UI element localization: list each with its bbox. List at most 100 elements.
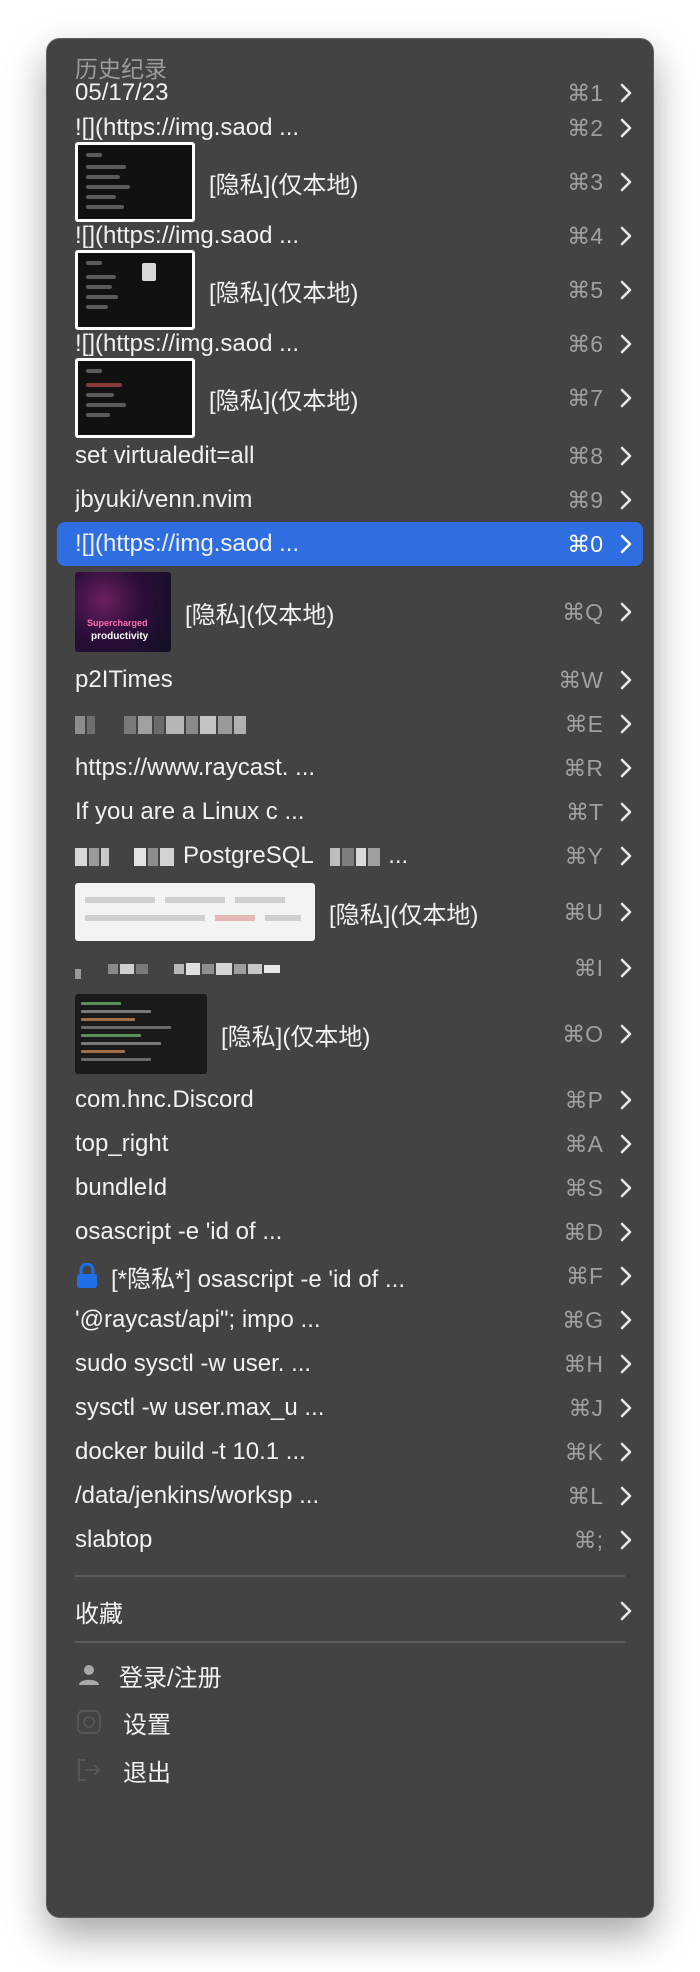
history-item-6[interactable]: ![](https://img.saod ... ⌘6 — [57, 326, 643, 362]
chevron-right-icon — [609, 1134, 643, 1154]
history-item-9[interactable]: jbyuki/venn.nvim ⌘9 — [57, 478, 643, 522]
history-item-label: ![](https://img.saod ... — [75, 330, 300, 357]
history-item-label: /data/jenkins/worksp ... — [75, 1482, 320, 1509]
chevron-right-icon — [609, 118, 643, 138]
shortcut-label: ⌘D — [563, 1218, 603, 1245]
chevron-right-icon — [609, 490, 643, 510]
history-item-label: jbyuki/venn.nvim — [75, 486, 253, 513]
history-item-l[interactable]: /data/jenkins/worksp ... ⌘L — [57, 1474, 643, 1518]
history-item-i[interactable]: ⌘I — [57, 946, 643, 990]
history-item-t[interactable]: If you are a Linux c ... ⌘T — [57, 790, 643, 834]
history-item-g[interactable]: '@raycast/api"; impo ... ⌘G — [57, 1298, 643, 1342]
history-item-label: [隐私](仅本地) — [209, 387, 359, 415]
history-item-label: ![](https://img.saod ... — [75, 222, 300, 249]
history-item-label: p2ITimes — [75, 666, 173, 693]
chevron-right-icon — [609, 334, 643, 354]
shortcut-label: ⌘S — [564, 1174, 603, 1201]
chevron-right-icon — [609, 1442, 643, 1462]
thumbnail-image: Supercharged productivity — [75, 572, 171, 652]
history-item-q[interactable]: Supercharged productivity [隐私](仅本地) ⌘Q — [57, 566, 643, 658]
shortcut-label: ⌘T — [565, 798, 603, 825]
shortcut-label: ⌘7 — [567, 384, 603, 411]
quit-item[interactable]: 退出 — [75, 1747, 171, 1793]
history-item-label: [*隐私*] osascript -e 'id of ... — [111, 1265, 406, 1293]
shortcut-label: ⌘3 — [567, 168, 603, 195]
history-item-e[interactable]: ⌘E — [57, 702, 643, 746]
shortcut-label: ⌘9 — [567, 486, 603, 513]
shortcut-label: ⌘1 — [567, 79, 603, 106]
pixelated-text — [75, 710, 513, 738]
login-item[interactable]: 登录/注册 — [75, 1653, 222, 1697]
history-item-label: slabtop — [75, 1526, 153, 1553]
exit-icon — [75, 1756, 103, 1784]
chevron-right-icon — [609, 226, 643, 246]
user-icon — [75, 1661, 103, 1689]
history-item-label: docker build -t 10.1 ... — [75, 1438, 306, 1465]
history-item-s[interactable]: bundleId ⌘S — [57, 1166, 643, 1210]
thumbnail-image — [75, 358, 195, 438]
history-menu: 历史纪录 05/17/23 ⌘1 ![](https://img.saod ..… — [46, 38, 654, 1918]
history-item-r[interactable]: https://www.raycast. ... ⌘R — [57, 746, 643, 790]
history-item-label: sysctl -w user.max_u ... — [75, 1394, 325, 1421]
chevron-right-icon — [609, 802, 643, 822]
chevron-right-icon — [609, 846, 643, 866]
favorites-item[interactable]: 收藏 — [57, 1588, 643, 1634]
divider — [75, 1641, 625, 1643]
history-item-p[interactable]: com.hnc.Discord ⌘P — [57, 1078, 643, 1122]
shortcut-label: ⌘W — [558, 666, 603, 693]
history-item-label: 05/17/23 — [75, 79, 169, 106]
shortcut-label: ⌘J — [568, 1394, 604, 1421]
shortcut-label: ⌘K — [564, 1438, 603, 1465]
chevron-right-icon — [609, 1024, 643, 1044]
history-item-4[interactable]: ![](https://img.saod ... ⌘4 — [57, 218, 643, 254]
history-item-1[interactable]: 05/17/23 ⌘1 — [57, 76, 643, 110]
history-item-a[interactable]: top_right ⌘A — [57, 1122, 643, 1166]
shortcut-label: ⌘; — [573, 1526, 603, 1553]
shortcut-label: ⌘Y — [564, 842, 603, 869]
gear-icon — [75, 1708, 103, 1736]
chevron-right-icon — [609, 1178, 643, 1198]
history-item-8[interactable]: set virtualedit=all ⌘8 — [57, 434, 643, 478]
lock-icon — [77, 1263, 97, 1288]
chevron-right-icon — [609, 602, 643, 622]
history-item-label: [隐私](仅本地) — [209, 171, 359, 199]
history-item-label: ![](https://img.saod ... — [75, 114, 300, 141]
chevron-right-icon — [609, 958, 643, 978]
chevron-right-icon — [609, 902, 643, 922]
settings-item[interactable]: 设置 — [75, 1699, 171, 1745]
history-item-label: ![](https://img.saod ... — [75, 530, 300, 557]
history-item-h[interactable]: sudo sysctl -w user. ... ⌘H — [57, 1342, 643, 1386]
history-item-y[interactable]: PostgreSQL ... ⌘Y — [57, 834, 643, 878]
history-item-label: sudo sysctl -w user. ... — [75, 1350, 312, 1377]
history-item-k[interactable]: docker build -t 10.1 ... ⌘K — [57, 1430, 643, 1474]
history-item-label: https://www.raycast. ... — [75, 754, 316, 781]
history-item-7[interactable]: [隐私](仅本地) ⌘7 — [57, 358, 643, 438]
history-item-5[interactable]: [隐私](仅本地) ⌘5 — [57, 250, 643, 330]
shortcut-label: ⌘5 — [567, 276, 603, 303]
chevron-right-icon — [609, 83, 643, 103]
thumbnail-image — [75, 994, 207, 1074]
history-item-d[interactable]: osascript -e 'id of ... ⌘D — [57, 1210, 643, 1254]
history-item-label: [隐私](仅本地) — [185, 601, 335, 629]
shortcut-label: ⌘A — [564, 1130, 603, 1157]
history-item-u[interactable]: [隐私](仅本地) ⌘U — [57, 878, 643, 946]
chevron-right-icon — [609, 388, 643, 408]
history-item-label: bundleId — [75, 1174, 168, 1201]
shortcut-label: ⌘2 — [567, 114, 603, 141]
shortcut-label: ⌘4 — [567, 222, 603, 249]
favorites-label: 收藏 — [75, 1600, 123, 1628]
history-item-suffix: ... — [388, 842, 409, 869]
history-item-f[interactable]: [*隐私*] osascript -e 'id of ... ⌘F — [57, 1254, 643, 1298]
chevron-right-icon — [609, 670, 643, 690]
history-item-w[interactable]: p2ITimes ⌘W — [57, 658, 643, 702]
chevron-right-icon — [609, 1530, 643, 1550]
history-item-label: set virtualedit=all — [75, 442, 255, 469]
history-item-3[interactable]: [隐私](仅本地) ⌘3 — [57, 142, 643, 222]
history-item-semicolon[interactable]: slabtop ⌘; — [57, 1518, 643, 1562]
history-item-j[interactable]: sysctl -w user.max_u ... ⌘J — [57, 1386, 643, 1430]
history-item-0-selected[interactable]: ![](https://img.saod ... ⌘0 — [57, 522, 643, 566]
history-item-2[interactable]: ![](https://img.saod ... ⌘2 — [57, 110, 643, 146]
chevron-right-icon — [609, 1266, 643, 1286]
chevron-right-icon — [609, 1354, 643, 1374]
history-item-o[interactable]: [隐私](仅本地) ⌘O — [57, 990, 643, 1078]
